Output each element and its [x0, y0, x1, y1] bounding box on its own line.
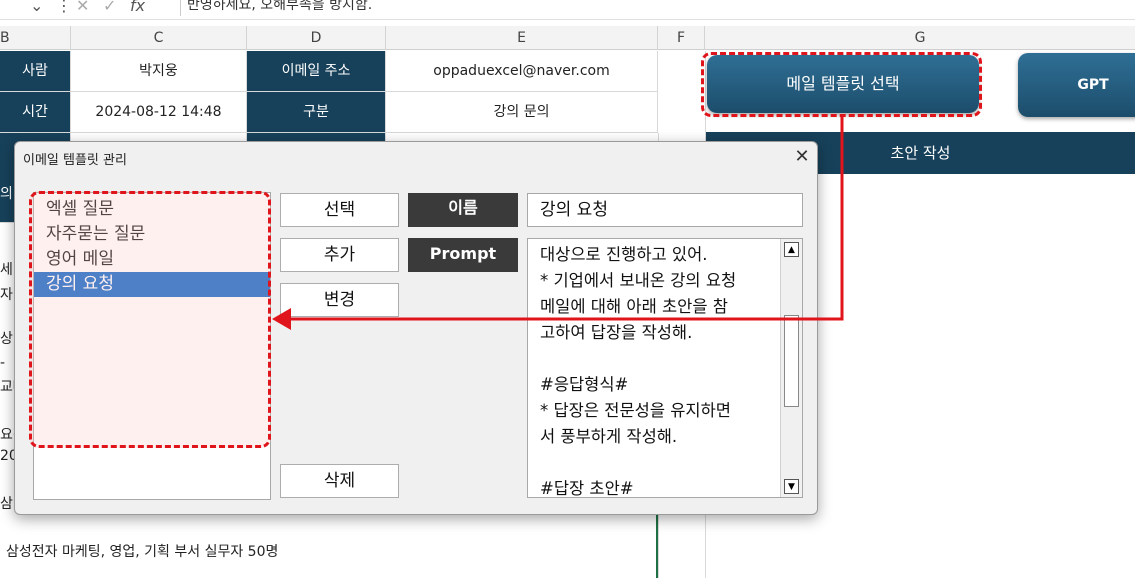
- annotation-arrow: [272, 117, 844, 330]
